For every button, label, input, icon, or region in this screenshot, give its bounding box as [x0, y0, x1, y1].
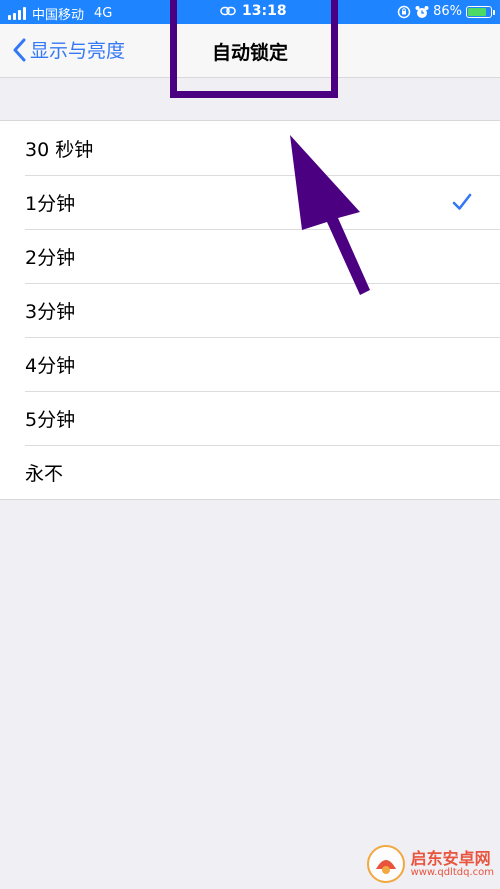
option-30-seconds[interactable]: 30 秒钟: [0, 121, 500, 175]
option-label: 2分钟: [25, 246, 76, 269]
checkmark-icon: [452, 193, 472, 210]
option-3-minutes[interactable]: 3分钟: [0, 283, 500, 337]
status-bar-right: 86%: [397, 4, 495, 19]
alarm-icon: [415, 5, 429, 18]
battery-fill: [468, 7, 487, 16]
option-1-minute[interactable]: 1分钟: [0, 175, 500, 229]
option-4-minutes[interactable]: 4分钟: [0, 337, 500, 391]
watermark: 启东安卓网 www.qdltdq.com: [366, 845, 494, 883]
option-2-minutes[interactable]: 2分钟: [0, 229, 500, 283]
option-label: 3分钟: [25, 300, 76, 323]
carrier-name: 中国移动: [32, 8, 85, 23]
option-label: 5分钟: [25, 408, 76, 431]
watermark-brand: 启东安卓网: [410, 848, 491, 868]
watermark-text: 启东安卓网 www.qdltdq.com: [411, 850, 494, 879]
option-never[interactable]: 永不: [0, 445, 500, 499]
option-5-minutes[interactable]: 5分钟: [0, 391, 500, 445]
option-label: 4分钟: [25, 354, 76, 377]
option-label: 永不: [25, 462, 64, 485]
status-bar-left: 中国移动 4G: [8, 4, 112, 23]
watermark-logo-icon: [366, 845, 405, 883]
signal-icon: [8, 7, 26, 20]
auto-lock-options-list: 30 秒钟 1分钟 2分钟 3分钟 4分钟 5分钟 永不: [0, 120, 500, 500]
annotation-highlight-box: [170, 0, 338, 98]
battery-icon: [466, 5, 495, 18]
arrow-annotation-icon: [290, 135, 370, 295]
watermark-url: www.qdltdq.com: [410, 867, 494, 879]
option-label: 1分钟: [25, 192, 76, 215]
option-label: 30 秒钟: [25, 138, 94, 161]
network-type: 4G: [94, 6, 113, 21]
battery-percent: 86%: [433, 4, 462, 19]
lock-rotation-icon: [397, 5, 411, 18]
